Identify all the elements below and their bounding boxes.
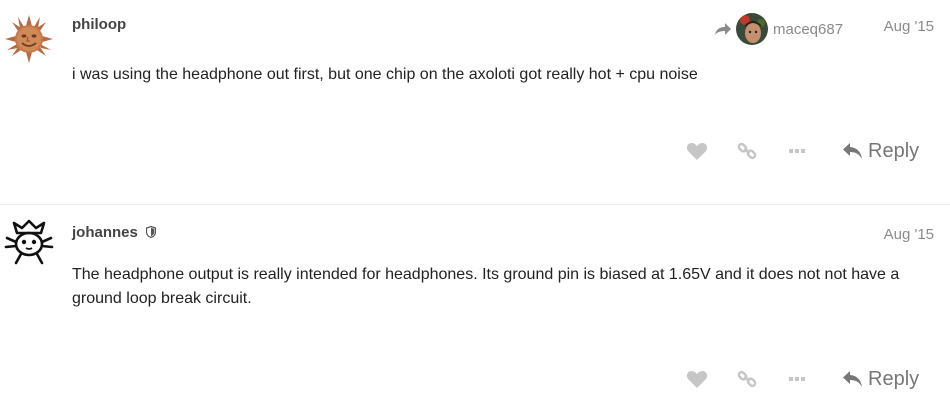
shield-icon [146,226,157,238]
like-button[interactable] [684,364,710,394]
link-icon [737,142,757,160]
reply-label: Reply [868,367,920,390]
reply-label: Reply [868,139,920,162]
share-arrow-icon [715,23,731,35]
reply-to-username: maceq687 [773,20,844,38]
reply-button[interactable]: Reply [842,364,922,394]
post-actions: Reply [684,136,934,166]
avatar[interactable] [4,14,54,64]
post-date[interactable]: Aug '15 [884,226,934,243]
ellipsis-icon [789,377,805,381]
reply-to-avatar [736,13,768,45]
username[interactable]: philoop [72,16,126,33]
reply-icon [843,143,862,159]
heart-icon [686,370,708,388]
share-link-button[interactable] [734,364,760,394]
reply-to-indicator[interactable]: maceq687 [714,12,843,46]
heart-icon [686,142,708,160]
ellipsis-icon [789,149,805,153]
more-options-button[interactable] [784,136,810,166]
username[interactable]: johannes [72,224,157,241]
like-button[interactable] [684,136,710,166]
post-date[interactable]: Aug '15 [884,18,934,35]
username-text: johannes [72,224,138,241]
post: johannes Aug '15 The headphone output is… [0,205,950,406]
more-options-button[interactable] [784,364,810,394]
share-link-button[interactable] [734,136,760,166]
link-icon [737,370,757,388]
post-body: i was using the headphone out first, but… [72,66,698,83]
post-body: The headphone output is really intended … [72,266,900,307]
reply-icon [843,371,862,387]
post: philoop maceq687 Aug '15 i was using the… [0,0,950,204]
avatar[interactable] [4,217,54,267]
post-actions: Reply [684,364,934,394]
reply-button[interactable]: Reply [842,136,922,166]
